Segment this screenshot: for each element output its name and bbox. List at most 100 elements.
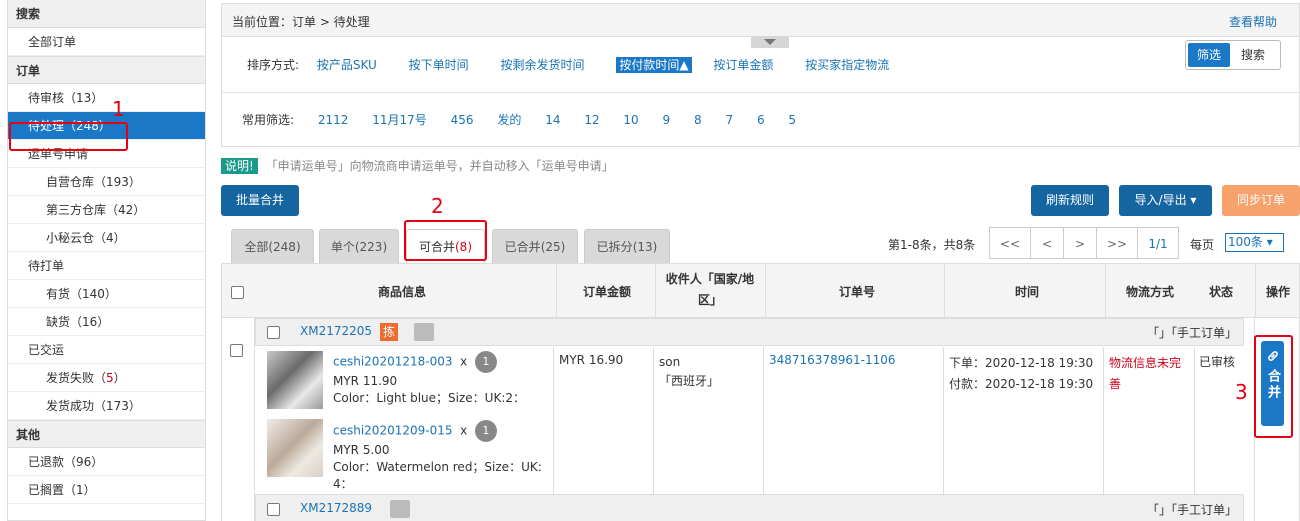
quick-filter-item[interactable]: 5 [788,113,796,127]
order-group-header: XM2172889 「」「手工订单」 [255,494,1244,521]
quick-filter-row: 常用筛选: 2112 11月17号 456 发的 14 12 10 9 8 7 … [242,111,816,128]
sidebar-item-count: 5 [106,371,114,385]
tab-merged[interactable]: 已合并(25) [492,229,578,263]
batch-merge-button[interactable]: 批量合并 [221,185,299,216]
sidebar-item-label: 自营仓库 [46,175,95,189]
sidebar-item-label: 已退款 [28,455,65,469]
quick-filter-item[interactable]: 14 [545,113,560,127]
breadcrumb-bar: 当前位置：订单 > 待处理 查看帮助 [221,3,1300,37]
pager-next-button[interactable]: > [1063,227,1097,259]
divider [943,347,944,494]
refresh-rules-button[interactable]: 刷新规则 [1031,185,1109,216]
note-text: 「申请运单号」向物流商申请运单号，并自动移入「运单号申请」 [265,159,614,173]
search-tab[interactable]: 搜索 [1230,43,1276,67]
tab-count: (248) [268,240,301,254]
sidebar-item-count-close: ） [113,371,126,385]
tab-label: 已合并 [504,240,541,254]
sidebar-item-label: 缺货 [46,315,71,329]
sync-orders-button[interactable]: 同步订单 [1222,185,1300,216]
quick-filter-item[interactable]: 11月17号 [372,113,427,127]
tag-badge [414,323,434,341]
sidebar-item-ship-fail[interactable]: 发货失败（5） [8,364,205,392]
pager-prev-button[interactable]: < [1030,227,1064,259]
order-number-link[interactable]: 348716378961-1106 [769,353,896,367]
product-image[interactable] [267,351,323,409]
product-attributes: Color：Light blue；Size：UK:2： [333,391,525,405]
sort-label: 排序方式: [247,58,300,72]
sidebar-item-in-stock[interactable]: 有货（140） [8,280,205,308]
tag-badge [390,500,410,518]
sort-by-remaining-ship-time[interactable]: 按剩余发货时间 [501,58,585,72]
order-row-checkbox[interactable] [230,344,243,357]
header-order-no: 订单号 [838,285,875,299]
sidebar-item-label: 发货失败 [46,371,95,385]
quick-filter-item[interactable]: 9 [663,113,671,127]
import-export-button[interactable]: 导入/导出 ▾ [1119,185,1212,216]
receiver: son 「西班牙」 [659,353,719,391]
select-all-checkbox[interactable] [231,286,244,299]
header-time: 时间 [1014,285,1039,299]
sidebar-item-count: （173） [94,399,141,413]
pager-summary: 第1-8条，共8条 [888,238,976,252]
table-header: 商品信息 订单金额 收件人「国家/地 区」 订单号 时间 物流方式 状态 操作 [221,263,1300,318]
order-paid-time: 付款：2020-12-18 19:30 [949,377,1094,391]
logistics-status-line2: 善 [1109,377,1122,391]
sidebar-item-pending-review[interactable]: 待审核（13） [8,84,205,112]
divider [222,92,1299,93]
product-item: ceshi20201218-003 x 1 MYR 11.90 Color：Li… [333,351,525,407]
quick-filter-item[interactable]: 456 [451,113,474,127]
sidebar-item-third-warehouse[interactable]: 第三方仓库（42） [8,196,205,224]
order-group-header: XM2172205 拣 「」「手工订单」 [255,318,1244,346]
quick-filter-item[interactable]: 12 [584,113,599,127]
sort-by-payment-time[interactable]: 按付款时间▲ [616,57,692,73]
sidebar-section-search: 搜索 [8,0,205,28]
divider [1194,347,1195,494]
help-link[interactable]: 查看帮助 [1229,13,1277,30]
quick-filter-item[interactable]: 发的 [497,113,521,127]
product-sku-link[interactable]: ceshi20201209-015 [333,424,452,438]
order-id-link[interactable]: XM2172205 [300,324,372,338]
sidebar-item-refunded[interactable]: 已退款（96） [8,448,205,476]
collapse-toggle-icon[interactable] [751,36,789,48]
sidebar-item-all-orders[interactable]: 全部订单 [8,28,205,56]
header-product: 商品信息 [377,285,426,299]
tab-count: (25) [540,240,566,254]
pager-first-button[interactable]: << [989,227,1031,259]
annotation-box-2 [404,220,487,261]
sidebar-item-count: （4） [94,231,126,245]
filter-tab[interactable]: 筛选 [1188,43,1230,67]
sidebar-item-to-print[interactable]: 待打单 [8,252,205,280]
quick-filter-item[interactable]: 7 [725,113,733,127]
product-attributes: Color：Watermelon red；Size：UK: [333,460,542,474]
tab-single[interactable]: 单个(223) [319,229,399,263]
divider [944,264,945,317]
pager-last-button[interactable]: >> [1096,227,1138,259]
order-checkbox[interactable] [267,326,280,339]
sidebar-item-ship-ok[interactable]: 发货成功（173） [8,392,205,420]
sidebar-item-out-stock[interactable]: 缺货（16） [8,308,205,336]
sidebar-item-self-warehouse[interactable]: 自营仓库（193） [8,168,205,196]
divider [1105,264,1106,317]
tab-all[interactable]: 全部(248) [231,229,314,263]
product-image[interactable] [267,419,323,477]
order-id-link[interactable]: XM2172889 [300,501,372,515]
sort-by-sku[interactable]: 按产品SKU [317,58,377,72]
product-attributes-cont: 4： [333,477,353,491]
order-type: 「」「手工订单」 [1146,326,1237,340]
quick-filter-item[interactable]: 6 [757,113,765,127]
per-page-select[interactable]: 100条 ▾ [1225,233,1284,252]
sidebar-item-shelved[interactable]: 已搁置（1） [8,476,205,504]
tab-split[interactable]: 已拆分(13) [584,229,670,263]
product-sku-link[interactable]: ceshi20201218-003 [333,355,452,369]
header-receiver: 收件人「国家/地 区」 [655,270,765,308]
sort-by-order-time[interactable]: 按下单时间 [409,58,469,72]
quick-filter-item[interactable]: 2112 [318,113,349,127]
sidebar-item-shipped[interactable]: 已交运 [8,336,205,364]
order-type: 「」「手工订单」 [1146,503,1237,517]
quick-filter-item[interactable]: 8 [694,113,702,127]
order-checkbox[interactable] [267,503,280,516]
quick-filter-item[interactable]: 10 [623,113,638,127]
sidebar-item-xm-warehouse[interactable]: 小秘云仓（4） [8,224,205,252]
sort-by-buyer-logistics[interactable]: 按买家指定物流 [805,58,889,72]
sort-by-order-amount[interactable]: 按订单金额 [713,58,773,72]
